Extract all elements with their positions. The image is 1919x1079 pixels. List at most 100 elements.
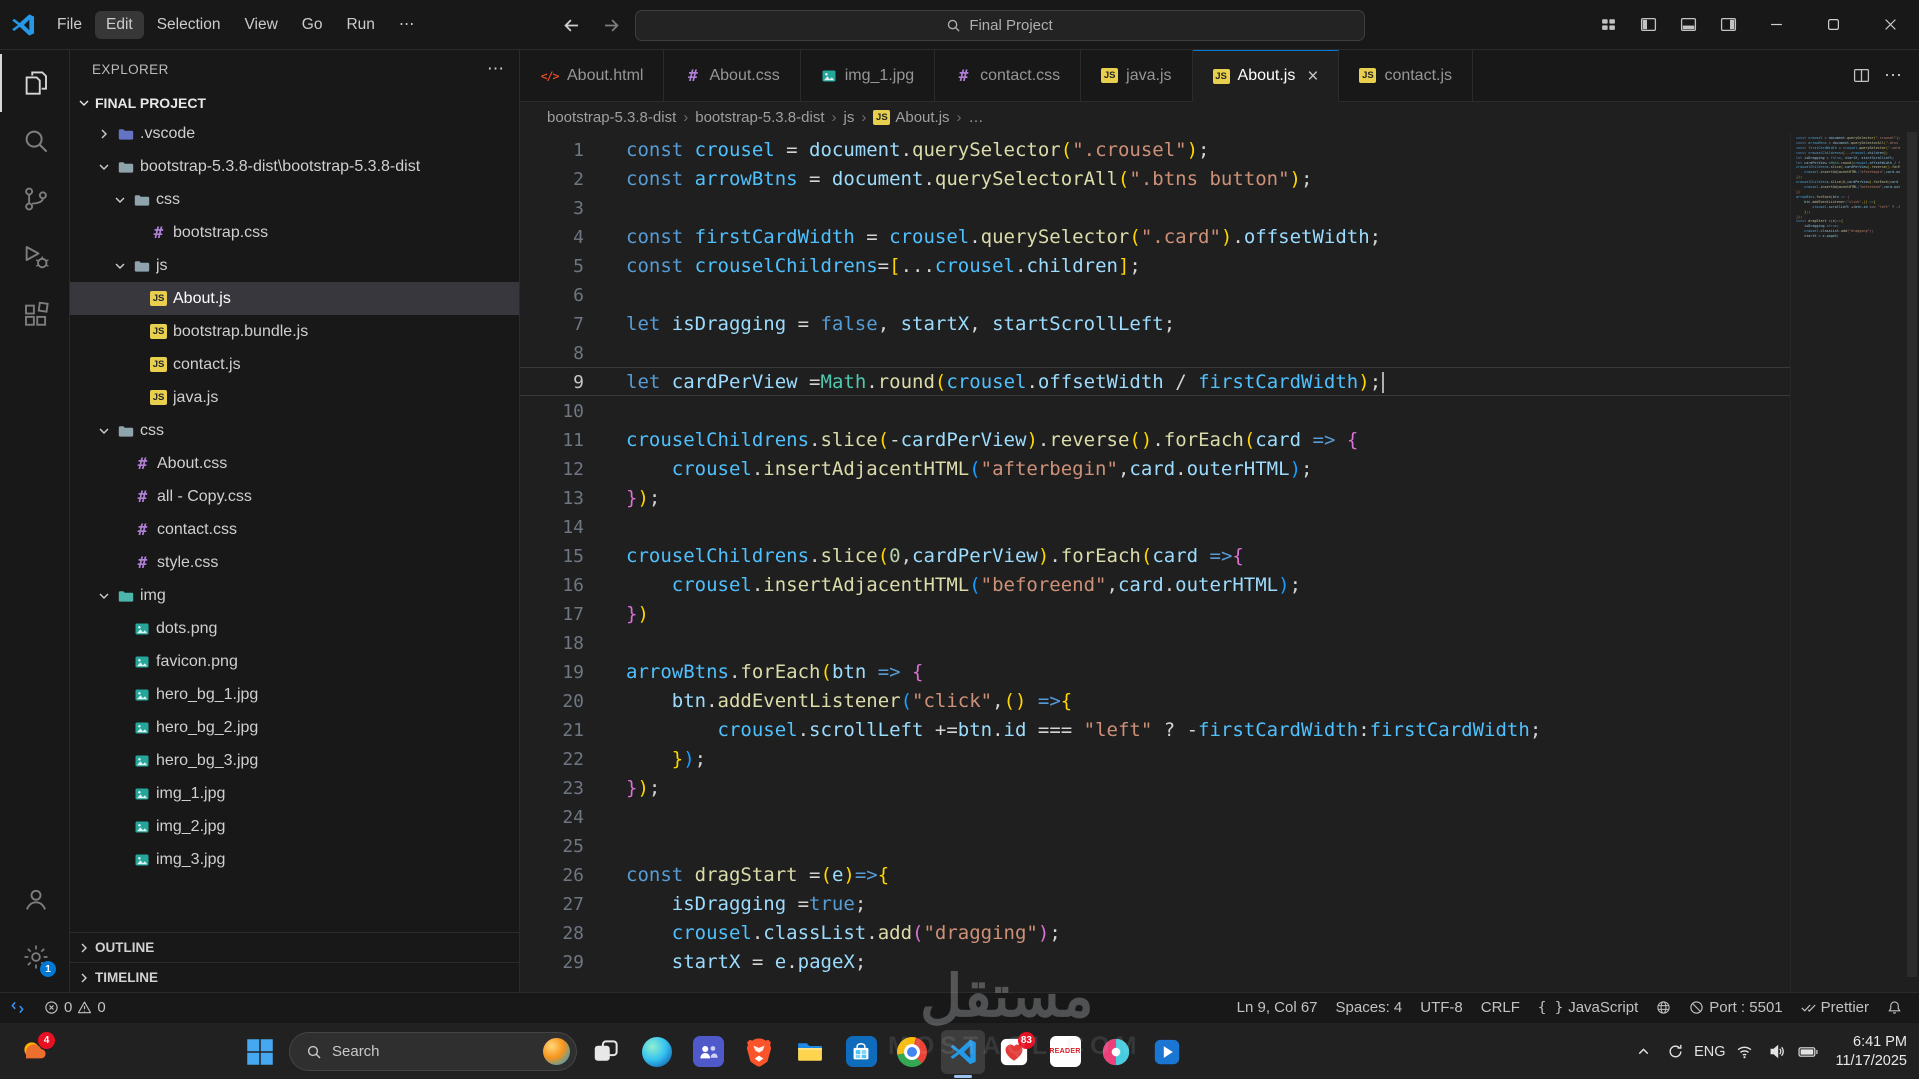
- code-line[interactable]: 15 crouselChildrens.slice(0,cardPerView).…: [520, 541, 1790, 570]
- code-line[interactable]: 1 const crousel = document.querySelector(…: [520, 135, 1790, 164]
- code-line[interactable]: 14: [520, 512, 1790, 541]
- volume-icon[interactable]: [1764, 1032, 1790, 1072]
- taskbar-app-paint[interactable]: [1094, 1030, 1138, 1074]
- tab-img-1-jpg[interactable]: img_1.jpg: [800, 50, 936, 102]
- activity-settings[interactable]: 1: [0, 928, 69, 986]
- problems-indicator[interactable]: 0 0: [35, 993, 115, 1022]
- toggle-panel-button[interactable]: [1668, 0, 1708, 50]
- tab-close-button[interactable]: ×: [1307, 67, 1318, 86]
- tree-item-style-css[interactable]: # style.css: [70, 546, 519, 579]
- encoding[interactable]: UTF-8: [1411, 993, 1472, 1022]
- taskbar-app-brave[interactable]: [737, 1030, 781, 1074]
- taskbar-app-file-explorer[interactable]: [788, 1030, 832, 1074]
- taskbar-app-chrome[interactable]: [890, 1030, 934, 1074]
- tree-item-vscode[interactable]: .vscode: [70, 117, 519, 150]
- more-actions-icon[interactable]: ⋯: [1884, 65, 1903, 86]
- code-line[interactable]: 3: [520, 193, 1790, 222]
- tree-item-img-3-jpg[interactable]: img_3.jpg: [70, 843, 519, 876]
- menu-file[interactable]: File: [46, 11, 93, 39]
- activity-source-control[interactable]: [0, 170, 69, 228]
- tab-contact-js[interactable]: JS contact.js: [1339, 50, 1474, 102]
- tree-item-contact-js[interactable]: JS contact.js: [70, 348, 519, 381]
- code-line[interactable]: 11 crouselChildrens.slice(-cardPerView).r…: [520, 425, 1790, 454]
- timeline-section[interactable]: TIMELINE: [70, 962, 519, 992]
- code-line[interactable]: 4 const firstCardWidth = crousel.querySel…: [520, 222, 1790, 251]
- update-sync-icon[interactable]: [1662, 1032, 1688, 1072]
- tree-item-bootstrap-css[interactable]: # bootstrap.css: [70, 216, 519, 249]
- code-line[interactable]: 7 let isDragging = false, startX, startSc…: [520, 309, 1790, 338]
- breadcrumb-item[interactable]: js: [844, 109, 855, 126]
- code-line[interactable]: 28 crousel.classList.add("dragging");: [520, 918, 1790, 947]
- back-button[interactable]: [555, 8, 589, 42]
- tree-item-favicon-png[interactable]: favicon.png: [70, 645, 519, 678]
- wifi-icon[interactable]: [1732, 1032, 1758, 1072]
- tree-item-java-js[interactable]: JS java.js: [70, 381, 519, 414]
- code-line[interactable]: 5 const crouselChildrens=[...crousel.chil…: [520, 251, 1790, 280]
- menu-view[interactable]: View: [233, 11, 288, 39]
- tree-item-js[interactable]: js: [70, 249, 519, 282]
- tray-expand-button[interactable]: [1630, 1032, 1656, 1072]
- toggle-sidebar-button[interactable]: [1628, 0, 1668, 50]
- explorer-more-button[interactable]: ⋯: [487, 59, 505, 79]
- code-line[interactable]: 17}): [520, 599, 1790, 628]
- tab-about-html[interactable]: </> About.html: [520, 50, 665, 102]
- project-section-header[interactable]: FINAL PROJECT: [70, 88, 519, 117]
- menu-more[interactable]: ⋯: [388, 10, 427, 39]
- code-line[interactable]: 29 startX = e.pageX;: [520, 947, 1790, 976]
- live-server-port[interactable]: Port : 5501: [1680, 993, 1791, 1022]
- taskbar-app-vscode[interactable]: [941, 1029, 985, 1074]
- clock[interactable]: 6:41 PM 11/17/2025: [1836, 1033, 1912, 1071]
- code-line[interactable]: 19 arrowBtns.forEach(btn => {: [520, 657, 1790, 686]
- minimize-button[interactable]: [1748, 0, 1805, 50]
- activity-search[interactable]: [0, 112, 69, 170]
- code-line[interactable]: 26 const dragStart =(e)=>{: [520, 860, 1790, 889]
- menu-selection[interactable]: Selection: [146, 11, 232, 39]
- taskbar-app-task-view[interactable]: [584, 1030, 628, 1074]
- code-line[interactable]: 24: [520, 802, 1790, 831]
- code-line[interactable]: 2 const arrowBtns = document.querySelecto…: [520, 164, 1790, 193]
- taskbar-search[interactable]: Search: [289, 1032, 577, 1071]
- start-button[interactable]: [238, 1030, 282, 1074]
- code-line[interactable]: 9 let cardPerView =Math.round(crousel.off…: [520, 367, 1790, 396]
- breadcrumb-item[interactable]: …: [969, 109, 984, 126]
- formatter-status[interactable]: Prettier: [1792, 993, 1878, 1022]
- breadcrumb-item[interactable]: JS About.js: [873, 109, 950, 126]
- editor-scrollbar[interactable]: [1905, 132, 1919, 992]
- battery-icon[interactable]: [1796, 1032, 1822, 1072]
- tree-item-img-1-jpg[interactable]: img_1.jpg: [70, 777, 519, 810]
- breadcrumb-item[interactable]: bootstrap-5.3.8-dist: [695, 109, 824, 126]
- tab-contact-css[interactable]: # contact.css: [935, 50, 1082, 102]
- widgets-button[interactable]: 4: [12, 1030, 56, 1074]
- taskbar-app-edge[interactable]: [635, 1030, 679, 1074]
- minimap[interactable]: const crousel = document.querySelector("…: [1790, 132, 1905, 992]
- code-line[interactable]: 6: [520, 280, 1790, 309]
- tree-item-hero-bg-3-jpg[interactable]: hero_bg_3.jpg: [70, 744, 519, 777]
- taskbar-app-teams[interactable]: [686, 1030, 730, 1074]
- tree-item-dots-png[interactable]: dots.png: [70, 612, 519, 645]
- tab-java-js[interactable]: JS java.js: [1081, 50, 1193, 102]
- tree-item-img[interactable]: img: [70, 579, 519, 612]
- scrollbar-thumb[interactable]: [1907, 132, 1917, 977]
- eol-setting[interactable]: CRLF: [1472, 993, 1529, 1022]
- code-line[interactable]: 22 });: [520, 744, 1790, 773]
- close-button[interactable]: [1862, 0, 1919, 50]
- tree-item-css[interactable]: css: [70, 183, 519, 216]
- command-center[interactable]: Final Project: [634, 9, 1365, 41]
- tree-item-contact-css[interactable]: # contact.css: [70, 513, 519, 546]
- activity-account[interactable]: [0, 870, 69, 928]
- code-line[interactable]: 18: [520, 628, 1790, 657]
- forward-button[interactable]: [595, 8, 629, 42]
- code-line[interactable]: 27 isDragging =true;: [520, 889, 1790, 918]
- tree-item-about-css[interactable]: # About.css: [70, 447, 519, 480]
- menu-edit[interactable]: Edit: [94, 10, 144, 39]
- tree-item-css[interactable]: css: [70, 414, 519, 447]
- maximize-button[interactable]: [1805, 0, 1862, 50]
- taskbar-app-media-app[interactable]: [1145, 1030, 1189, 1074]
- code-line[interactable]: 23});: [520, 773, 1790, 802]
- breadcrumb-item[interactable]: bootstrap-5.3.8-dist: [547, 109, 676, 126]
- code-line[interactable]: 25: [520, 831, 1790, 860]
- language-mode[interactable]: { } JavaScript: [1529, 993, 1647, 1022]
- notifications-bell[interactable]: [1878, 993, 1911, 1022]
- tab-about-css[interactable]: # About.css: [664, 50, 801, 102]
- code-line[interactable]: 10: [520, 396, 1790, 425]
